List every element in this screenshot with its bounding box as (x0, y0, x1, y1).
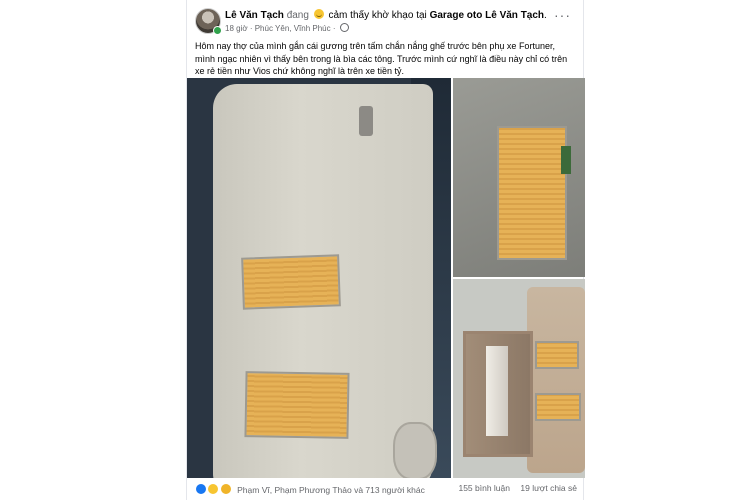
post-photo-3[interactable] (453, 279, 585, 478)
post-time[interactable]: 18 giờ (225, 24, 248, 33)
mirror-glass (486, 346, 508, 436)
post-photo-1[interactable] (187, 78, 451, 478)
vanity-mirror-cover (463, 331, 533, 457)
facebook-post: Lê Văn Tạch đang cảm thấy khờ khạo tại G… (186, 0, 585, 500)
post-meta: 18 giờ · Phúc Yên, Vĩnh Phúc · (225, 23, 349, 33)
comments-count[interactable]: 155 bình luận (458, 483, 510, 493)
cardboard-cutout (497, 126, 567, 260)
status-prefix: đang (286, 10, 309, 21)
cardboard-cutout (244, 371, 350, 439)
more-icon[interactable]: ··· (554, 8, 571, 22)
haha-icon (207, 483, 220, 495)
place-link[interactable]: Garage oto Lê Văn Tạch (430, 10, 544, 21)
online-status-icon (213, 26, 222, 35)
wow-icon (219, 483, 232, 495)
reactions-text[interactable]: Phạm Vĩ, Phạm Phương Thảo và 713 người k… (237, 485, 425, 495)
post-stats: 155 bình luận 19 lượt chia sẻ (450, 483, 577, 493)
cardboard-cutout (535, 393, 581, 421)
post-footer: Phạm Vĩ, Phạm Phương Thảo và 713 người k… (195, 483, 577, 497)
green-tape (561, 146, 571, 174)
visor-hook (393, 422, 437, 478)
like-icon (195, 483, 207, 495)
post-header: Lê Văn Tạch đang cảm thấy khờ khạo tại G… (195, 8, 577, 38)
shares-count[interactable]: 19 lượt chia sẻ (520, 483, 577, 493)
cardboard-cutout (241, 254, 341, 310)
cardboard-cutout (535, 341, 579, 369)
feeling-text: cảm thấy khờ khạo tại (328, 10, 427, 21)
sun-visor-image (527, 287, 585, 473)
post-text: Hôm nay thợ của mình gắn cái gương trên … (195, 41, 568, 76)
post-photo-2[interactable] (453, 78, 585, 277)
visor-hinge (359, 106, 373, 136)
post-headline: Lê Văn Tạch đang cảm thấy khờ khạo tại G… (225, 9, 547, 21)
globe-icon (339, 23, 349, 32)
place-suffix: . (544, 10, 547, 21)
post-location[interactable]: · Phúc Yên, Vĩnh Phúc · (250, 24, 336, 33)
author-name[interactable]: Lê Văn Tạch (225, 10, 284, 21)
reaction-summary[interactable]: Phạm Vĩ, Phạm Phương Thảo và 713 người k… (195, 483, 425, 495)
feeling-emoji-icon (313, 9, 324, 19)
